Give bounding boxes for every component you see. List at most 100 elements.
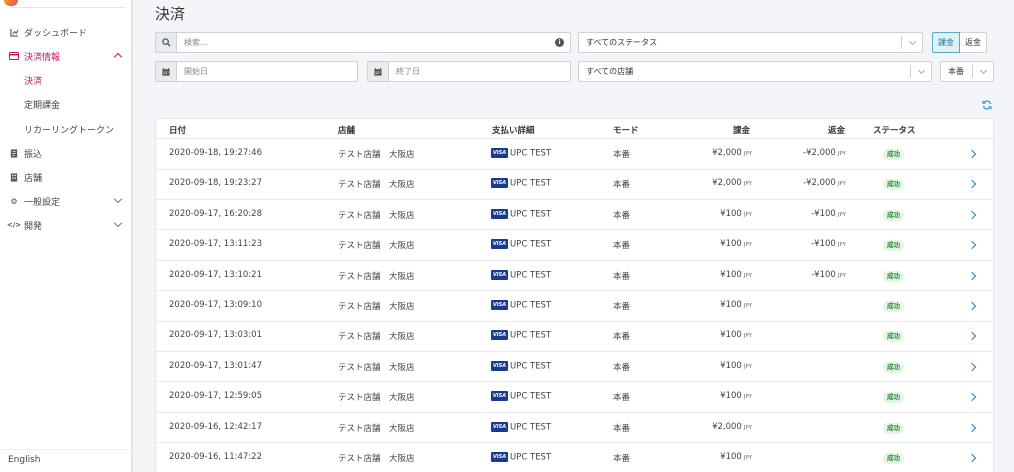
chevron-up-icon: [113, 52, 123, 62]
chevron-right-icon: [967, 301, 977, 311]
table-row[interactable]: 2020-09-17, 16:20:28 テスト店舗 大阪店 VISA UPC TES…: [156, 200, 993, 231]
column-header-charge[interactable]: 課金: [733, 124, 750, 136]
start-date-input[interactable]: [177, 62, 357, 81]
charge-toggle-button[interactable]: 課金: [932, 32, 960, 53]
table-row[interactable]: 2020-09-17, 13:10:21 テスト店舗 大阪店 VISA UPC TES…: [156, 261, 993, 292]
type-toggle: 課金 返金: [932, 32, 987, 53]
chevron-right-icon: [967, 271, 977, 280]
row-payment-detail-text: UPC TEST: [510, 148, 552, 159]
row-charge-amount: ¥100: [720, 300, 742, 310]
sidebar-item-transfers[interactable]: 振込: [0, 142, 131, 164]
sidebar-item-label: 一般設定: [24, 197, 61, 208]
sidebar-item-dashboard[interactable]: ダッシュボード: [0, 21, 131, 43]
calendar-icon: [156, 62, 177, 81]
sidebar-item-stores[interactable]: 店舗: [0, 166, 131, 188]
mode-select[interactable]: 本番: [940, 61, 994, 82]
table-row[interactable]: 2020-09-17, 13:09:10 テスト店舗 大阪店 VISA UPC TES…: [156, 291, 993, 322]
search-icon: [156, 33, 177, 52]
sidebar-item-development[interactable]: </> 開発: [0, 214, 131, 236]
visa-card-icon: VISA: [491, 330, 508, 341]
sidebar-subitem-payments[interactable]: 決済: [0, 69, 131, 91]
row-payment-detail-text: UPC TEST: [510, 209, 552, 220]
row-payment-detail-text: UPC TEST: [510, 300, 552, 311]
column-header-status[interactable]: ステータス: [873, 124, 916, 136]
table-row[interactable]: 2020-09-17, 13:11:23 テスト店舗 大阪店 VISA UPC TES…: [156, 230, 993, 261]
table-row[interactable]: 2020-09-16, 12:42:17 テスト店舗 大阪店 VISA UPC TES…: [156, 413, 993, 444]
row-store: テスト店舗 大阪店: [338, 393, 415, 404]
row-refund-amount: -¥100: [811, 208, 836, 219]
sidebar-divider: [0, 449, 131, 450]
row-date: 2020-09-16, 12:42:17: [169, 421, 262, 432]
row-store: テスト店舗 大阪店: [338, 241, 415, 252]
row-refund-currency: JPY: [837, 272, 846, 279]
column-header-date[interactable]: 日付: [169, 124, 186, 136]
sidebar: ダッシュボード 決済情報 決済 定期課金 リカーリングトークン 振込 店舗 ⚙ …: [0, 0, 133, 472]
row-refund: -¥100 JPY: [766, 209, 846, 219]
row-charge-amount: ¥100: [720, 239, 742, 250]
table-row[interactable]: 2020-09-16, 11:47:22 テスト店舗 大阪店 VISA UPC TES…: [156, 443, 993, 472]
card-icon: [9, 51, 19, 61]
visa-card-icon: VISA: [491, 208, 508, 219]
chevron-right-icon: [967, 210, 977, 220]
logo[interactable]: [0, 0, 133, 8]
row-charge: ¥100 JPY: [676, 270, 752, 280]
table-row[interactable]: 2020-09-18, 19:23:27 テスト店舗 大阪店 VISA UPC TES…: [156, 169, 993, 200]
row-mode: 本番: [613, 180, 631, 191]
row-charge: ¥100 JPY: [676, 452, 752, 462]
row-payment-detail: VISA UPC TEST: [491, 148, 551, 159]
sidebar-subitem-subscriptions[interactable]: 定期課金: [0, 93, 131, 115]
column-header-store[interactable]: 店舗: [338, 124, 355, 136]
row-charge-amount: ¥2,000: [712, 148, 742, 158]
row-charge: ¥100 JPY: [676, 330, 752, 340]
row-charge-currency: JPY: [743, 272, 752, 279]
row-mode: 本番: [613, 241, 631, 252]
chevron-right-icon: [967, 332, 977, 341]
chevron-right-icon: [967, 423, 977, 432]
row-charge-currency: JPY: [743, 303, 752, 309]
row-payment-detail: VISA UPC TEST: [491, 330, 551, 341]
status-badge: 成功: [883, 422, 904, 434]
start-date-field: [155, 61, 358, 82]
table-row[interactable]: 2020-09-17, 13:03:01 テスト店舗 大阪店 VISA UPC TES…: [156, 321, 993, 352]
table-header: 日付 店舗 支払い詳細 モード 課金 返金 ステータス: [156, 119, 993, 139]
store-select-value: すべての店舗: [586, 67, 634, 76]
column-header-mode[interactable]: モード: [613, 124, 639, 136]
row-mode: 本番: [613, 362, 631, 373]
row-date: 2020-09-16, 11:47:22: [169, 452, 262, 462]
refund-toggle-button[interactable]: 返金: [960, 32, 987, 53]
status-select-value: すべてのステータス: [586, 38, 658, 47]
row-refund-amount: -¥100: [811, 269, 836, 280]
store-select[interactable]: すべての店舗: [578, 61, 932, 82]
row-date: 2020-09-17, 12:59:05: [169, 391, 262, 402]
row-refund: -¥100 JPY: [766, 239, 846, 249]
row-charge-amount: ¥100: [720, 391, 742, 402]
table-row[interactable]: 2020-09-17, 13:01:47 テスト店舗 大阪店 VISA UPC TES…: [156, 352, 993, 383]
sidebar-item-label: 振込: [24, 149, 43, 160]
sidebar-subitem-recurring-tokens[interactable]: リカーリングトークン: [0, 118, 131, 140]
table-row[interactable]: 2020-09-17, 12:59:05 テスト店舗 大阪店 VISA UPC TES…: [156, 382, 993, 413]
row-payment-detail: VISA UPC TEST: [491, 391, 551, 402]
row-store: テスト店舗 大阪店: [338, 180, 415, 191]
row-store: テスト店舗 大阪店: [338, 454, 415, 464]
language-switch[interactable]: English: [8, 455, 41, 465]
visa-card-icon: VISA: [491, 269, 508, 280]
status-select[interactable]: すべてのステータス: [578, 32, 923, 53]
row-refund: -¥100 JPY: [766, 270, 846, 280]
column-header-refund[interactable]: 返金: [828, 124, 845, 136]
status-badge: 成功: [883, 270, 904, 282]
sidebar-item-payment-info[interactable]: 決済情報: [0, 45, 131, 67]
row-charge: ¥100 JPY: [676, 361, 752, 371]
sidebar-item-general-settings[interactable]: ⚙ 一般設定: [0, 190, 131, 212]
search-input[interactable]: [177, 33, 555, 52]
chart-icon: [9, 27, 19, 37]
column-header-payment-detail[interactable]: 支払い詳細: [492, 124, 535, 136]
table-row[interactable]: 2020-09-18, 19:27:46 テスト店舗 大阪店 VISA UPC TES…: [156, 139, 993, 170]
refresh-icon[interactable]: [982, 100, 992, 110]
visa-card-icon: VISA: [491, 300, 508, 310]
row-charge: ¥2,000 JPY: [676, 178, 752, 188]
sidebar-item-label: 開発: [24, 221, 43, 232]
end-date-input[interactable]: [389, 62, 570, 81]
info-icon[interactable]: i: [555, 38, 564, 47]
chevron-right-icon: [967, 453, 977, 463]
row-store: テスト店舗 大阪店: [338, 423, 415, 434]
